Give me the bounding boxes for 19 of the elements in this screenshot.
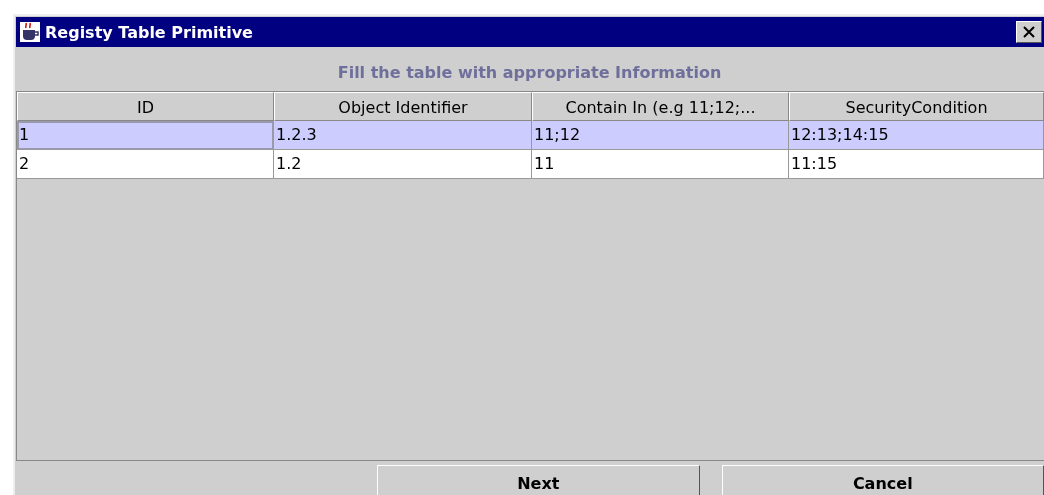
table-cell[interactable]: 2 (17, 150, 274, 179)
column-header[interactable]: ID (17, 92, 274, 121)
window-title: Registy Table Primitive (45, 22, 254, 42)
table-cell[interactable]: 1 (17, 121, 274, 150)
table-cell[interactable]: 11 (532, 150, 789, 179)
table-cell[interactable]: 11:15 (789, 150, 1044, 179)
instruction-text: Fill the table with appropriate Information (336, 62, 723, 84)
close-button[interactable] (1016, 21, 1042, 43)
table-cell[interactable]: 12:13;14:15 (789, 121, 1044, 150)
table-cell[interactable]: 1.2.3 (274, 121, 532, 150)
next-button[interactable]: Next (377, 465, 700, 495)
column-header[interactable]: Contain In (e.g 11;12;... (532, 92, 789, 121)
column-header[interactable]: SecurityCondition (789, 92, 1044, 121)
close-icon (1022, 26, 1036, 38)
cancel-button[interactable]: Cancel (721, 465, 1044, 495)
column-header[interactable]: Object Identifier (274, 92, 532, 121)
table-cell[interactable]: 1.2 (274, 150, 532, 179)
table-cell[interactable]: 11;12 (532, 121, 789, 150)
coffee-cup-icon (19, 21, 41, 43)
